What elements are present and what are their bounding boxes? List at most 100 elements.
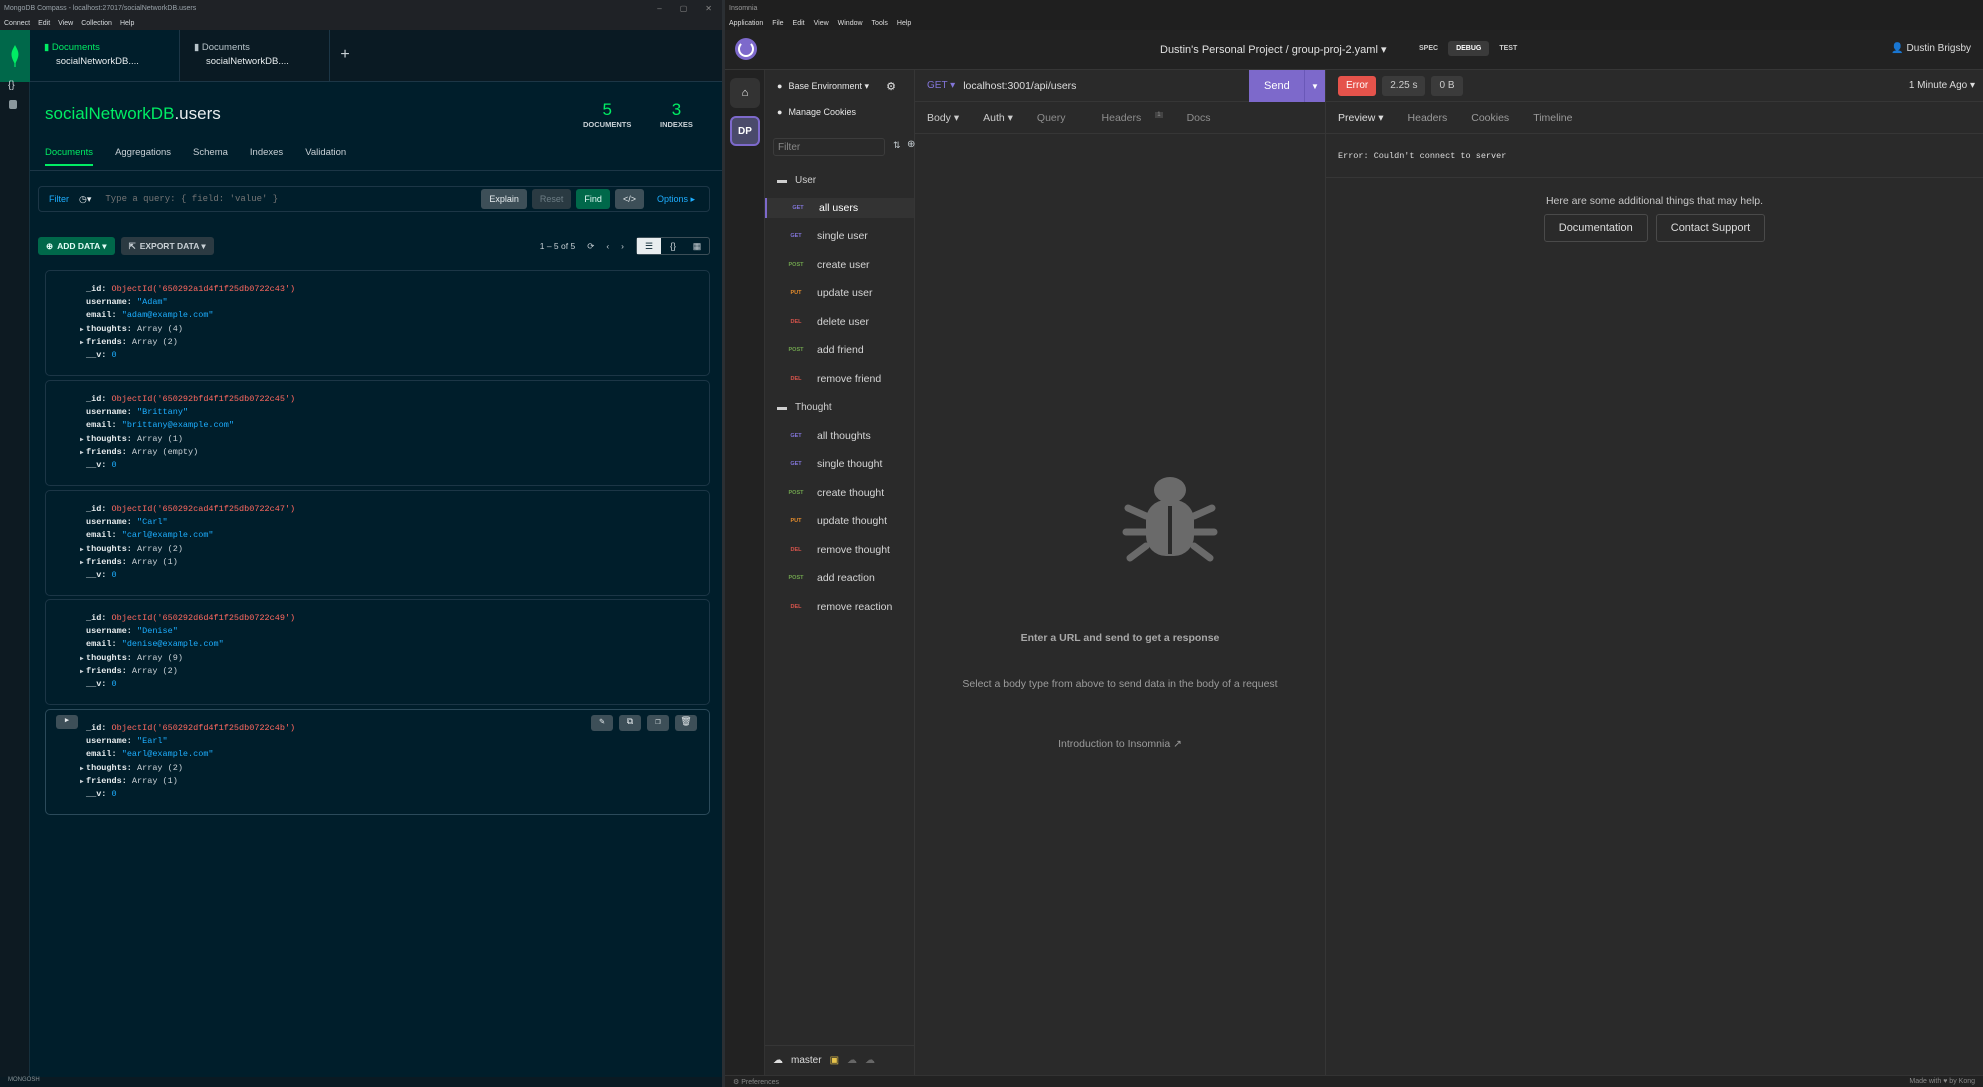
tab-response-headers[interactable]: Headers <box>1396 112 1460 124</box>
tab-cookies[interactable]: Cookies <box>1459 112 1521 124</box>
menu-connect[interactable]: Connect <box>4 20 30 27</box>
document-card[interactable]: _id: ObjectId('650292a1d4f1f25db0722c43'… <box>45 270 710 376</box>
delete-icon[interactable]: 🗑 <box>675 715 697 731</box>
expand-arrow-icon[interactable]: ▶ <box>80 652 84 665</box>
edit-icon[interactable]: ✎ <box>591 715 613 731</box>
method-dropdown[interactable]: GET ▾ <box>915 80 955 91</box>
document-card-hovered[interactable]: ▶ ✎ ⧉ ❐ 🗑 _id: ObjectId('650292dfd4f1f25… <box>45 709 710 815</box>
folder-user[interactable]: ▬ User <box>765 170 914 190</box>
menu-help[interactable]: Help <box>897 20 911 27</box>
subtab-validation[interactable]: Validation <box>305 147 346 166</box>
expand-arrow-icon[interactable]: ▶ <box>80 323 84 336</box>
tab-preview[interactable]: Preview ▾ <box>1326 112 1396 124</box>
expand-document-button[interactable]: ▶ <box>56 715 78 729</box>
menu-edit[interactable]: Edit <box>793 20 805 27</box>
refresh-icon[interactable]: ⟳ <box>587 241 594 252</box>
chevron-left-icon[interactable]: ‹ <box>606 241 609 251</box>
mode-debug[interactable]: DEBUG <box>1448 41 1490 56</box>
menu-tools[interactable]: Tools <box>872 20 888 27</box>
menu-collection[interactable]: Collection <box>81 20 112 27</box>
request-item[interactable]: DEL remove thought <box>765 540 914 560</box>
explain-button[interactable]: Explain <box>481 189 527 209</box>
request-item[interactable]: POST add friend <box>765 340 914 360</box>
environment-selector[interactable]: ● Base Environment ▾ ⚙ <box>777 76 914 96</box>
pull-icon[interactable]: ☁ <box>847 1055 857 1066</box>
add-data-button[interactable]: ⊕ ADD DATA ▾ <box>38 237 115 255</box>
menu-edit[interactable]: Edit <box>38 20 50 27</box>
request-item[interactable]: GET single thought <box>765 454 914 474</box>
document-card[interactable]: _id: ObjectId('650292cad4f1f25db0722c47'… <box>45 490 710 596</box>
package-icon[interactable]: ▣ <box>830 1055 839 1066</box>
json-view-icon[interactable]: {} <box>661 238 685 254</box>
expand-arrow-icon[interactable]: ▶ <box>80 433 84 446</box>
subtab-indexes[interactable]: Indexes <box>250 147 283 166</box>
expand-arrow-icon[interactable]: ▶ <box>80 336 84 349</box>
request-item[interactable]: GET single user <box>765 226 914 246</box>
add-tab-button[interactable]: + <box>330 30 360 81</box>
filter-label[interactable]: Filter <box>39 194 79 204</box>
gear-icon[interactable]: ⚙ <box>886 80 896 93</box>
push-icon[interactable]: ☁ <box>865 1055 875 1066</box>
url-input[interactable]: localhost:3001/api/users <box>963 80 1076 92</box>
braces-icon[interactable]: {} <box>8 80 15 91</box>
request-item[interactable]: GET all users <box>765 198 914 218</box>
document-card[interactable]: _id: ObjectId('650292d6d4f1f25db0722c49'… <box>45 599 710 705</box>
expand-arrow-icon[interactable]: ▶ <box>80 665 84 678</box>
menu-view[interactable]: View <box>58 20 73 27</box>
expand-arrow-icon[interactable]: ▶ <box>80 775 84 788</box>
sort-icon[interactable]: ⇅ <box>893 140 901 151</box>
find-button[interactable]: Find <box>576 189 610 209</box>
request-item[interactable]: DEL delete user <box>765 312 914 332</box>
request-item[interactable]: POST create user <box>765 255 914 275</box>
chevron-right-icon[interactable]: › <box>621 241 624 251</box>
branch-name[interactable]: master <box>791 1055 822 1066</box>
table-view-icon[interactable]: ▦ <box>685 238 709 254</box>
subtab-aggregations[interactable]: Aggregations <box>115 147 171 166</box>
sidebar-filter-input[interactable]: Filter <box>773 138 885 156</box>
preferences-link[interactable]: ⚙ Preferences <box>733 1078 779 1086</box>
request-item[interactable]: POST add reaction <box>765 568 914 588</box>
copy-icon[interactable]: ⧉ <box>619 715 641 731</box>
request-item[interactable]: POST create thought <box>765 483 914 503</box>
close-icon[interactable]: ✕ <box>705 4 712 13</box>
minimize-icon[interactable]: – <box>657 4 661 13</box>
send-button[interactable]: Send ▼ <box>1249 70 1325 102</box>
menu-window[interactable]: Window <box>838 20 863 27</box>
history-icon[interactable]: ◷▾ <box>79 194 91 205</box>
tab-documents[interactable]: ▮ Documents socialNetworkDB.... <box>180 30 330 81</box>
subtab-schema[interactable]: Schema <box>193 147 228 166</box>
folder-thought[interactable]: ▬ Thought <box>765 397 914 417</box>
request-item[interactable]: DEL remove reaction <box>765 597 914 617</box>
subtab-documents[interactable]: Documents <box>45 147 94 166</box>
code-icon[interactable]: </> <box>614 189 644 209</box>
mongosh-bar[interactable]: MONGOSH <box>0 1077 722 1087</box>
database-icon[interactable] <box>9 100 17 109</box>
menu-application[interactable]: Application <box>729 20 763 27</box>
mode-test[interactable]: TEST <box>1491 41 1525 56</box>
mode-spec[interactable]: SPEC <box>1411 41 1446 56</box>
expand-arrow-icon[interactable]: ▶ <box>80 446 84 459</box>
request-item[interactable]: DEL remove friend <box>765 369 914 389</box>
expand-arrow-icon[interactable]: ▶ <box>80 762 84 775</box>
maximize-icon[interactable]: ▢ <box>680 4 688 13</box>
request-item[interactable]: PUT update thought <box>765 511 914 531</box>
export-data-button[interactable]: ⇱ EXPORT DATA ▾ <box>120 237 214 255</box>
documentation-button[interactable]: Documentation <box>1543 214 1648 242</box>
insomnia-logo-icon[interactable] <box>735 38 757 60</box>
menu-view[interactable]: View <box>814 20 829 27</box>
contact-support-button[interactable]: Contact Support <box>1655 214 1766 242</box>
document-card[interactable]: _id: ObjectId('650292bfd4f1f25db0722c45'… <box>45 380 710 486</box>
tab-auth[interactable]: Auth ▾ <box>971 112 1025 124</box>
tab-body[interactable]: Body ▾ <box>915 112 971 124</box>
user-menu[interactable]: 👤 Dustin Brigsby <box>1891 43 1971 54</box>
menu-file[interactable]: File <box>772 20 783 27</box>
options-button[interactable]: Options ▸ <box>649 189 703 209</box>
tab-headers[interactable]: Headers 1 <box>1078 112 1175 124</box>
request-item[interactable]: GET all thoughts <box>765 426 914 446</box>
tab-timeline[interactable]: Timeline <box>1521 112 1584 124</box>
response-history-dropdown[interactable]: 1 Minute Ago ▾ <box>1909 80 1983 91</box>
expand-arrow-icon[interactable]: ▶ <box>80 556 84 569</box>
request-item[interactable]: PUT update user <box>765 283 914 303</box>
reset-button[interactable]: Reset <box>531 189 572 209</box>
tab-docs[interactable]: Docs <box>1175 112 1223 124</box>
